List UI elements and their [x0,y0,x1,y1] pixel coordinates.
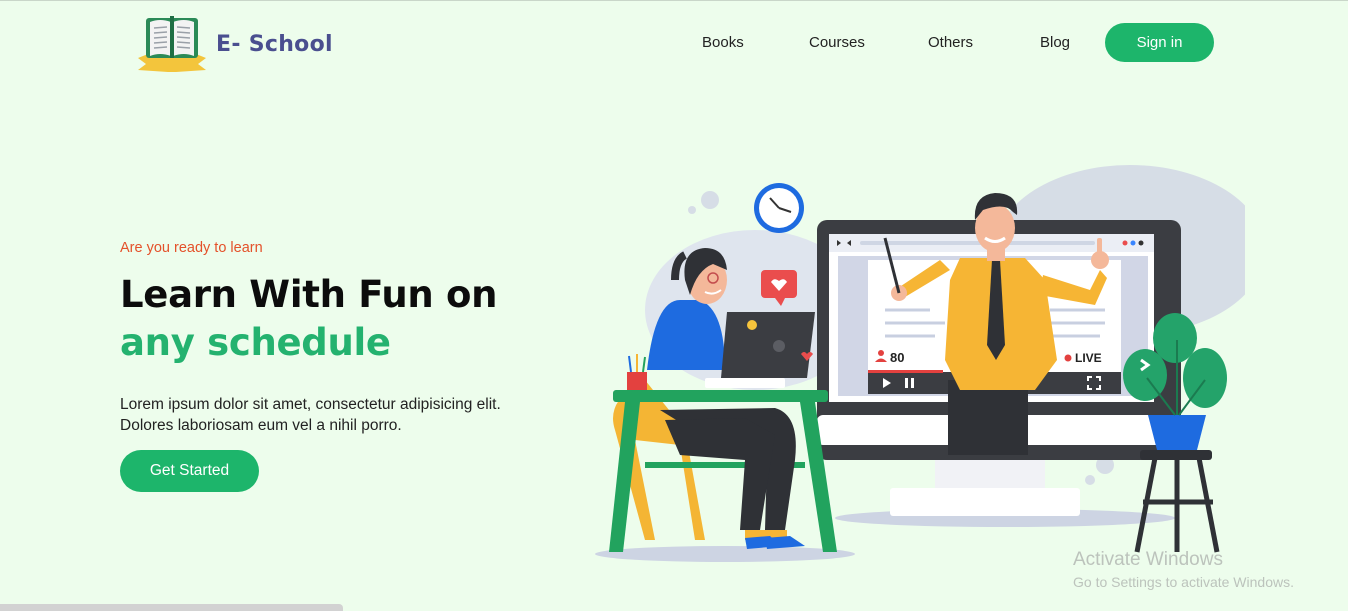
live-label: LIVE [1075,351,1102,365]
live-dot [1064,354,1072,362]
headline-accent: any schedule [120,321,391,364]
open-book-icon [138,16,206,72]
nav-link-others[interactable]: Others [928,34,973,51]
activation-watermark-title: Activate Windows [1073,549,1223,570]
hero-illustration: 80 LIVE [595,165,1245,562]
bg-dot [1085,475,1095,485]
nav-link-courses[interactable]: Courses [809,34,865,51]
nav-link-books[interactable]: Books [702,34,744,51]
activation-watermark-subtitle: Go to Settings to activate Windows. [1073,574,1294,590]
headline-main: Learn With Fun on [120,273,498,316]
sign-in-button[interactable]: Sign in [1105,23,1214,62]
floor-shadow [595,546,855,562]
clock-icon [754,183,804,233]
top-border [0,0,1348,1]
brand-name: E- School [216,31,333,57]
brand-logo[interactable]: E- School [136,14,333,74]
hero-headline: Learn With Fun on any schedule [120,271,580,367]
bg-dot [1124,178,1142,196]
nav-link-blog[interactable]: Blog [1040,34,1070,51]
bg-dot [701,191,719,209]
viewer-count: 80 [890,350,904,365]
horizontal-scrollbar[interactable] [0,604,343,611]
get-started-button[interactable]: Get Started [120,450,259,492]
bg-dot [688,206,696,214]
hero-lead: Lorem ipsum dolor sit amet, consectetur … [120,396,501,434]
bg-dot [1108,169,1118,179]
hero-eyebrow: Are you ready to learn [120,240,263,256]
